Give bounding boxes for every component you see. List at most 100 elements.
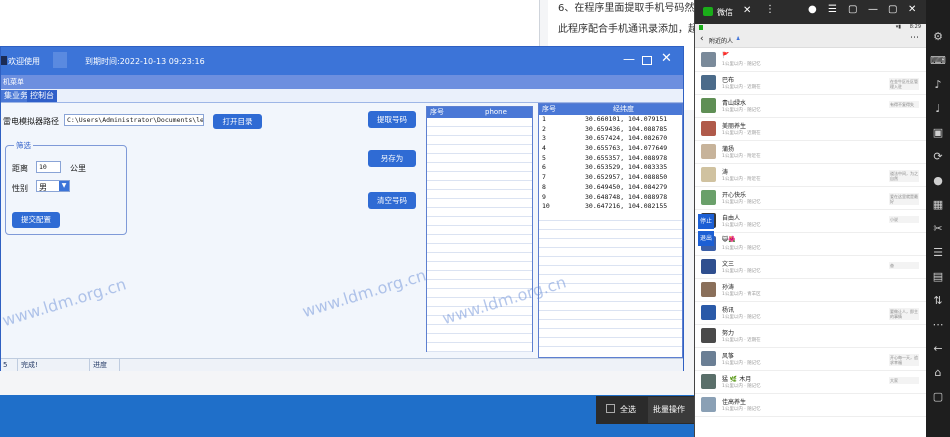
phone-grid-row[interactable] [427,172,532,181]
extract-numbers-button[interactable]: 提取号码 [368,111,416,128]
tab-console[interactable]: 控制台 [27,90,57,102]
row-index: 4 [542,144,546,153]
list-item[interactable]: 蒲扬 1公里以内 · 附近在 [695,141,927,164]
table-row[interactable]: 2 30.659436, 104.088785 [539,125,682,135]
list-item[interactable]: 佳高养生 1公里以内 · 随记忆 [695,394,927,417]
table-row[interactable]: 9 30.648748, 104.088978 [539,193,682,203]
apk-icon[interactable]: ▦ [926,194,950,216]
clear-numbers-button[interactable]: 清空号码 [368,192,416,209]
sync-icon[interactable]: ⇅ [926,290,950,312]
settings-icon[interactable]: ⚙ [926,26,950,48]
list-item[interactable]: 涛 1公里以内 · 附近在 道法中间，为之自然 [695,164,927,187]
row-index: 9 [542,192,546,201]
phone-grid-row[interactable] [427,334,532,343]
coord-grid-empty-row [539,239,682,248]
back-icon[interactable]: ← [926,338,950,360]
select-all-checkbox[interactable] [606,404,615,413]
table-row[interactable]: 1 30.660101, 104.079151 [539,115,682,125]
minimize-icon[interactable]: — [623,52,635,66]
maximize-icon[interactable]: ▢ [888,4,897,15]
window-icon[interactable]: ▢ [848,4,857,15]
phone-grid-row[interactable] [427,163,532,172]
list-item[interactable]: 风筝 1公里以内 · 随记忆 开心每一天，追求幸福 [695,348,927,371]
list-icon[interactable]: ☰ [926,242,950,264]
phone-grid-row[interactable] [427,145,532,154]
quit-button[interactable]: 退出 [698,231,714,246]
person-signature: 爱在这里就是最好 [889,193,919,205]
list-item[interactable]: 努力 1公里以内 · 近期在 [695,325,927,348]
stop-button[interactable]: 停止 [698,214,714,229]
keyboard-icon[interactable]: ⌨ [926,50,950,72]
minimize-icon[interactable]: — [868,4,878,15]
maximize-icon[interactable] [642,56,652,65]
close-icon[interactable]: ✕ [661,51,672,66]
phone-grid-row[interactable] [427,181,532,190]
list-item[interactable]: 孙涛 1公里以内 · 青羊区 [695,279,927,302]
account-icon[interactable]: ● [808,4,817,15]
distance-input[interactable]: 10 [36,161,61,173]
phone-grid-row[interactable] [427,253,532,262]
phone-grid-row[interactable] [427,244,532,253]
open-dir-button[interactable]: 打开目录 [213,114,262,129]
phone-grid-row[interactable] [427,262,532,271]
list-item[interactable]: 美丽养生 1公里以内 · 近期在 [695,118,927,141]
menu-icon[interactable]: ☰ [828,4,837,15]
phone-grid-row[interactable] [427,190,532,199]
path-input[interactable]: C:\Users\Administrator\Documents\leidi [64,114,204,126]
coord-grid[interactable]: 序号 经纬度 1 30.660101, 104.079151 2 30.659436,… [538,103,683,358]
table-row[interactable]: 8 30.649450, 104.084279 [539,183,682,193]
screenshot-icon[interactable]: ▣ [926,122,950,144]
table-row[interactable]: 5 30.655357, 104.088978 [539,154,682,164]
list-item[interactable]: 文三 1公里以内 · 随记忆 奋 [695,256,927,279]
phone-grid-row[interactable] [427,136,532,145]
more-icon[interactable]: ⋮ [765,4,775,15]
phone-grid-row[interactable] [427,325,532,334]
table-row[interactable]: 10 30.647216, 104.082155 [539,202,682,212]
list-item[interactable]: 杨讯 1公里以内 · 随记忆 要做让人，即主的事情 [695,302,927,325]
phone-grid-row[interactable] [427,127,532,136]
tab-close-icon[interactable]: ✕ [743,5,751,16]
table-row[interactable]: 3 30.657424, 104.082670 [539,134,682,144]
close-icon[interactable]: ✕ [908,4,916,15]
phone-grid-row[interactable] [427,271,532,280]
list-item[interactable]: 猛 🌿 木月 1公里以内 · 随记忆 大家 [695,371,927,394]
select-all-label[interactable]: 全选 [620,404,636,415]
record-icon[interactable]: ● [926,170,950,192]
volume-down-icon[interactable]: ♩ [926,98,950,120]
folder-icon[interactable]: ▤ [926,266,950,288]
phone-grid-row[interactable] [427,199,532,208]
menu-item[interactable]: 机菜单 [3,77,24,87]
table-row[interactable]: 7 30.652957, 104.088850 [539,173,682,183]
volume-up-icon[interactable]: ♪ [926,74,950,96]
recent-icon[interactable]: ▢ [926,386,950,408]
person-name: 佳高养生 [722,399,747,406]
table-row[interactable]: 6 30.653529, 104.083335 [539,163,682,173]
save-as-button[interactable]: 另存为 [368,150,416,167]
phone-grid-row[interactable] [427,343,532,352]
person-name: 涛 [722,169,729,176]
more-icon[interactable]: ⋯ [926,314,950,336]
submit-config-button[interactable]: 提交配置 [12,212,60,228]
list-item[interactable]: 巴布 1公里以内 · 近期在 在金牛区社区管理入驻 [695,72,927,95]
home-icon[interactable]: ⌂ [926,362,950,384]
phone-grid-row[interactable] [427,208,532,217]
gender-select[interactable]: 男 ▼ [36,180,70,192]
list-item[interactable]: 开心快乐 1公里以内 · 随记忆 爱在这里就是最好 [695,187,927,210]
phone-grid-row[interactable] [427,217,532,226]
list-item[interactable]: 🚩 1公里以内 · 随记忆 [695,49,927,72]
phone-grid-row[interactable] [427,226,532,235]
more-options-icon[interactable]: ⋯ [910,33,919,43]
chevron-down-icon[interactable]: ▼ [59,181,69,191]
rotate-icon[interactable]: ⟳ [926,146,950,168]
list-item[interactable]: 自由人 1公里以内 · 随记忆 小说 [695,210,927,233]
list-item[interactable]: 😺🌺 1公里以内 · 随记忆 [695,233,927,256]
phone-grid-row[interactable] [427,235,532,244]
cut-icon[interactable]: ✂ [926,218,950,240]
list-item[interactable]: 青山绿水 1公里以内 · 随记忆 有得不复得失 [695,95,927,118]
back-icon[interactable]: ‹ [700,34,704,44]
phone-grid-row[interactable] [427,118,532,127]
person-distance: 1公里以内 · 随记忆 [722,62,761,67]
phone-grid-row[interactable] [427,154,532,163]
table-row[interactable]: 4 30.655763, 104.077649 [539,144,682,154]
avatar [701,190,716,205]
